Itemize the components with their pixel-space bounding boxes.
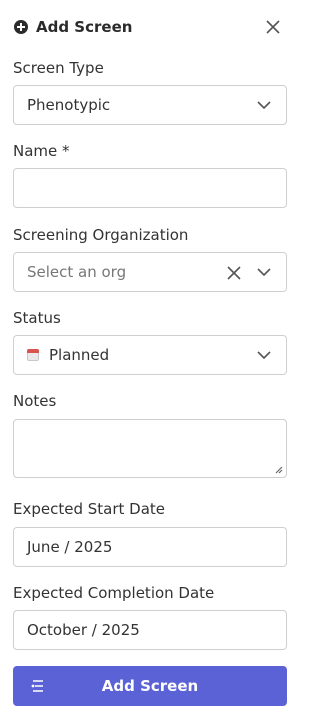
completion-date-value: October / 2025	[27, 621, 140, 639]
name-label: Name *	[13, 142, 70, 160]
clear-icon[interactable]	[226, 265, 242, 281]
org-placeholder: Select an org	[27, 263, 127, 281]
add-screen-button[interactable]: Add Screen	[13, 666, 287, 706]
screen-type-label: Screen Type	[13, 59, 104, 77]
start-date-label: Expected Start Date	[13, 500, 166, 518]
completion-date-input[interactable]: October / 2025	[13, 610, 287, 650]
status-label: Status	[13, 309, 61, 327]
panel-title: Add Screen	[36, 18, 133, 36]
status-select[interactable]: Planned	[13, 335, 287, 375]
plus-circle-icon	[14, 20, 28, 34]
status-value: Planned	[49, 346, 110, 364]
name-input[interactable]	[13, 168, 287, 208]
calendar-icon	[27, 349, 39, 361]
notes-label: Notes	[13, 392, 57, 410]
org-select[interactable]: Select an org	[13, 252, 287, 292]
close-icon[interactable]	[264, 18, 282, 36]
screen-type-value: Phenotypic	[27, 96, 111, 114]
resize-handle-icon[interactable]	[273, 464, 283, 474]
completion-date-label: Expected Completion Date	[13, 584, 215, 602]
add-screen-button-label: Add Screen	[101, 677, 199, 695]
chevron-down-icon	[257, 351, 271, 360]
notes-textarea[interactable]	[13, 419, 287, 478]
start-date-value: June / 2025	[27, 538, 113, 556]
chevron-down-icon	[257, 101, 271, 110]
screen-type-select[interactable]: Phenotypic	[13, 85, 287, 125]
start-date-input[interactable]: June / 2025	[13, 527, 287, 567]
org-label: Screening Organization	[13, 226, 189, 244]
panel-header: Add Screen	[14, 14, 286, 40]
list-stack-icon	[31, 680, 43, 692]
chevron-down-icon	[257, 268, 271, 277]
